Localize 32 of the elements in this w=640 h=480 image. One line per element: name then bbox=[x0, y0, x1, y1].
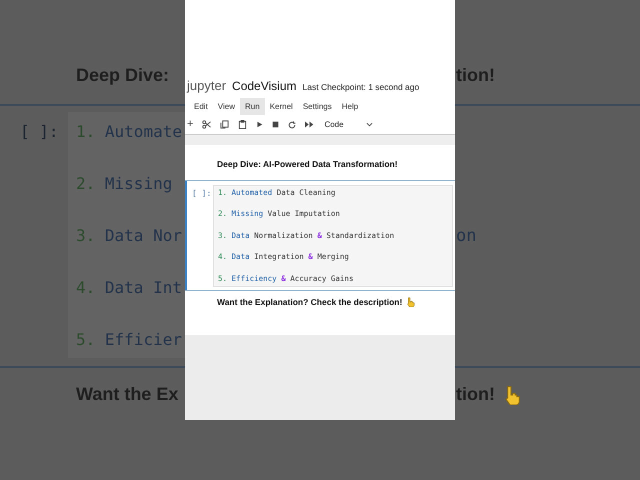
backdrop-footer-text: tion! bbox=[456, 383, 495, 406]
chevron-down-icon bbox=[366, 122, 373, 127]
checkpoint-status: Last Checkpoint: 1 second ago bbox=[302, 81, 420, 94]
cell-type-dropdown[interactable]: Code bbox=[324, 118, 373, 130]
menu-item[interactable]: Settings bbox=[298, 98, 337, 115]
backdrop-code-line: 2. Missing bbox=[76, 173, 172, 195]
cut-icon[interactable] bbox=[202, 120, 212, 129]
menu-item[interactable]: Kernel bbox=[264, 98, 298, 115]
backdrop-code-line: 5. Efficier bbox=[76, 329, 182, 351]
menu-item[interactable]: Help bbox=[336, 98, 364, 115]
notebook-name[interactable]: CodeVisium bbox=[232, 77, 297, 95]
stop-icon[interactable] bbox=[272, 121, 280, 128]
fast-forward-icon[interactable] bbox=[305, 121, 314, 128]
menu-item[interactable]: Run bbox=[240, 98, 265, 115]
backdrop-heading-text: Deep Dive: bbox=[76, 64, 170, 87]
add-cell-button[interactable]: + bbox=[187, 119, 194, 130]
backdrop-code-line: 4. Data Int bbox=[76, 277, 182, 299]
markdown-text: Want the Explanation? Check the description! bbox=[217, 296, 402, 308]
backdrop-code-line: on bbox=[456, 225, 476, 248]
menu-item[interactable]: Edit bbox=[189, 98, 213, 115]
cell-prompt: [ ]: bbox=[191, 188, 212, 200]
pointing-hand-icon bbox=[405, 297, 416, 308]
jupyter-logo: jupyter bbox=[187, 77, 226, 95]
copy-icon[interactable] bbox=[220, 120, 230, 129]
clipboard-icon[interactable] bbox=[238, 120, 248, 129]
backdrop-heading-text: tion! bbox=[456, 64, 495, 87]
restart-icon[interactable] bbox=[288, 120, 296, 128]
backdrop-prompt-text: [ ]: bbox=[20, 121, 59, 143]
menu-item[interactable]: View bbox=[212, 98, 240, 115]
run-icon[interactable] bbox=[256, 121, 264, 128]
backdrop-footer-text: Want the Ex bbox=[76, 383, 178, 406]
markdown-heading: Deep Dive: AI-Powered Data Transformation! bbox=[217, 158, 399, 171]
